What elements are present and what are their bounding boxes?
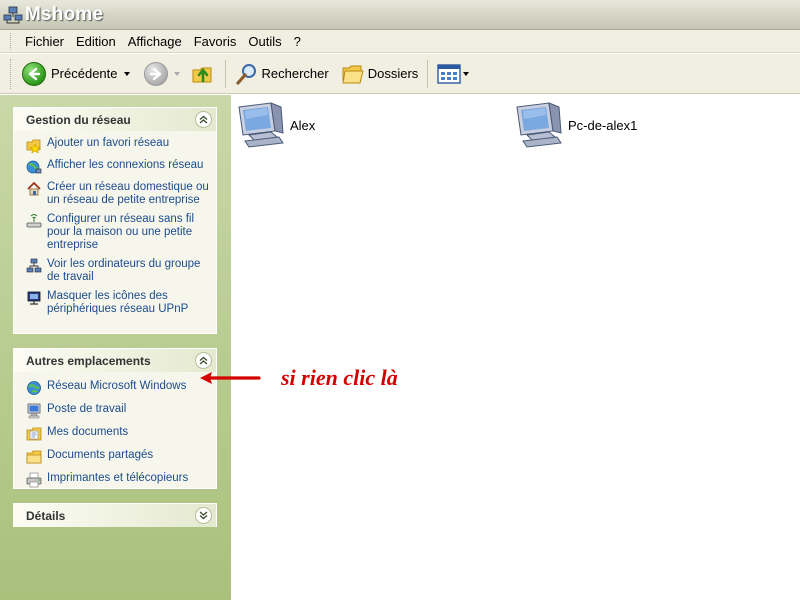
task-network-connections[interactable]: Afficher les connexions réseau [26, 159, 210, 175]
toolbar-separator [427, 59, 429, 88]
home-network-icon [27, 181, 41, 196]
folders-button[interactable]: Dossiers [338, 58, 422, 90]
views-button[interactable] [434, 58, 472, 90]
back-dropdown-icon[interactable] [123, 71, 130, 76]
computer-item-pc-de-alex1[interactable]: Pc-de-alex1 [513, 101, 637, 149]
back-button-label: Précédente [51, 66, 118, 81]
forward-button[interactable] [141, 58, 183, 90]
red-arrow-icon [200, 372, 261, 384]
title-bar[interactable]: Mshome [0, 0, 800, 30]
upnp-device-icon [27, 291, 41, 305]
globe-network-icon [27, 381, 41, 395]
menu-favoris[interactable]: Favoris [188, 30, 243, 53]
shared-folder-icon [26, 450, 42, 464]
menu-grip[interactable] [10, 32, 13, 50]
task-label: Ajouter un favori réseau [47, 137, 170, 149]
menu-affichage[interactable]: Affichage [122, 30, 188, 53]
task-create-home-network[interactable]: Créer un réseau domestique ou un réseau … [26, 181, 210, 207]
file-list-view[interactable]: Alex Pc-de-alex1 [231, 95, 800, 600]
window-title: Mshome [25, 3, 104, 25]
back-button[interactable]: Précédente [19, 58, 133, 90]
task-label: Afficher les connexions réseau [47, 159, 204, 171]
item-label: Alex [290, 117, 316, 133]
place-label: Imprimantes et télécopieurs [47, 472, 189, 484]
other-places-panel: Autres emplacements Réseau Microsoft Win… [13, 348, 217, 489]
item-label: Pc-de-alex1 [568, 117, 638, 133]
place-microsoft-network[interactable]: Réseau Microsoft Windows [26, 380, 210, 396]
up-folder-button[interactable] [187, 58, 219, 90]
back-arrow-icon [22, 61, 46, 86]
task-configure-wireless[interactable]: Configurer un réseau sans fil pour la ma… [26, 213, 210, 252]
search-button-label: Rechercher [261, 66, 329, 81]
search-icon [235, 63, 256, 85]
forward-dropdown-icon[interactable] [173, 71, 180, 76]
task-add-network-place[interactable]: Ajouter un favori réseau [26, 137, 210, 153]
place-label: Poste de travail [47, 403, 127, 415]
details-header[interactable]: Détails [14, 504, 216, 527]
network-tasks-panel: Gestion du réseau Ajouter un favori rése… [13, 107, 217, 334]
toolbar-grip[interactable] [10, 58, 13, 89]
toolbar: Précédente Rechercher Dossiers [0, 54, 800, 94]
network-tasks-title: Gestion du réseau [26, 112, 131, 127]
network-connections-icon [26, 160, 42, 174]
task-label: Masquer les icônes des périphériques rés… [47, 290, 189, 315]
views-dropdown-icon[interactable] [463, 71, 470, 76]
forward-arrow-icon [143, 61, 168, 86]
task-view-workgroup[interactable]: Voir les ordinateurs du groupe de travai… [26, 258, 210, 284]
other-places-title: Autres emplacements [26, 353, 151, 368]
place-my-documents[interactable]: Mes documents [26, 426, 210, 442]
details-title: Détails [26, 508, 66, 523]
place-label: Mes documents [47, 426, 129, 438]
task-pane: Gestion du réseau Ajouter un favori rése… [0, 95, 231, 600]
details-panel: Détails [13, 503, 217, 527]
menu-edition[interactable]: Edition [70, 30, 122, 53]
collapse-chevron-icon[interactable] [195, 111, 212, 128]
menu-help[interactable]: ? [288, 30, 307, 53]
networked-computer-icon [516, 102, 562, 148]
up-folder-icon [192, 67, 211, 82]
networked-computer-icon [238, 102, 284, 148]
task-label: Configurer un réseau sans fil pour la ma… [47, 213, 195, 251]
task-hide-upnp[interactable]: Masquer les icônes des périphériques rés… [26, 290, 210, 316]
task-label: Créer un réseau domestique ou un réseau … [47, 181, 209, 206]
wireless-network-icon [26, 214, 42, 228]
add-network-place-icon [26, 139, 41, 153]
expand-chevron-icon[interactable] [195, 507, 212, 524]
workgroup-computers-icon [26, 258, 42, 273]
network-window-icon [3, 6, 23, 23]
annotation-text: si rien clic là [281, 365, 398, 390]
folders-icon [342, 65, 364, 83]
place-label: Documents partagés [47, 449, 154, 461]
other-places-header[interactable]: Autres emplacements [14, 349, 216, 372]
place-shared-documents[interactable]: Documents partagés [26, 449, 210, 465]
my-documents-icon [26, 427, 42, 441]
task-label: Voir les ordinateurs du groupe de travai… [47, 258, 201, 283]
views-icon [437, 63, 461, 84]
place-printers-faxes[interactable]: Imprimantes et télécopieurs [26, 472, 210, 488]
menu-bar: Fichier Edition Affichage Favoris Outils… [0, 30, 800, 53]
folders-button-label: Dossiers [367, 66, 419, 81]
place-my-computer[interactable]: Poste de travail [26, 403, 210, 419]
search-button[interactable]: Rechercher [232, 58, 332, 90]
my-computer-icon [27, 403, 41, 419]
network-tasks-body: Ajouter un favori réseau Afficher les co… [14, 131, 216, 330]
other-places-body: Réseau Microsoft Windows Poste de travai… [14, 372, 216, 496]
network-tasks-header[interactable]: Gestion du réseau [14, 108, 216, 131]
toolbar-separator [224, 59, 226, 88]
printer-icon [26, 472, 42, 488]
menu-outils[interactable]: Outils [242, 30, 287, 53]
place-label: Réseau Microsoft Windows [47, 380, 187, 392]
computer-item-alex[interactable]: Alex [235, 101, 315, 149]
menu-fichier[interactable]: Fichier [19, 30, 70, 53]
annotation: si rien clic là [199, 365, 398, 391]
